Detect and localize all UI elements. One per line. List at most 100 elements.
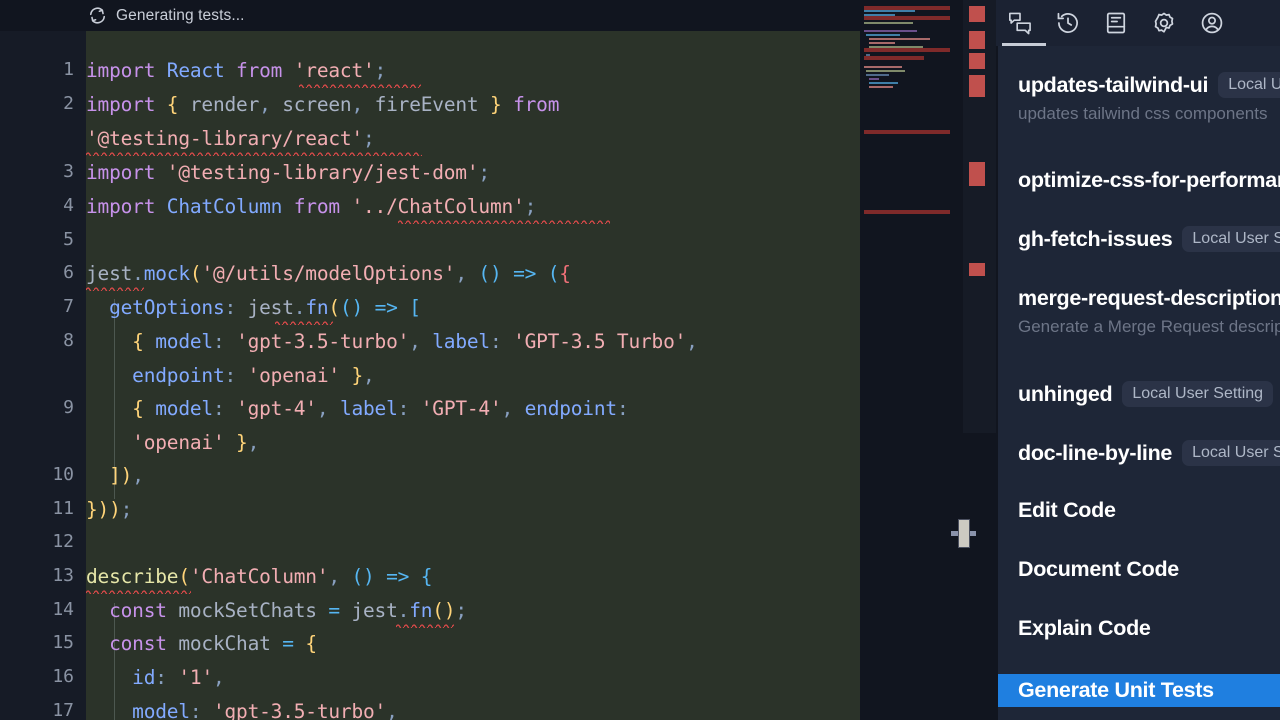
minimap-line [868,82,898,84]
prompt-list-item[interactable]: Explain Code [998,616,1280,641]
code-line[interactable]: const mockSetChats = jest.fn(); [86,599,467,622]
code-line[interactable]: const mockChat = { [86,632,317,655]
prompt-list-item[interactable]: gh-fetch-issues Local User Setting [998,226,1280,252]
prompt-item-row: Explain Code [1018,616,1280,641]
line-number: 5 [63,229,74,250]
panel-tab-bar[interactable] [996,0,1280,46]
chat-icon [1009,12,1031,35]
assistant-side-panel[interactable]: updates-tailwind-uiLocal User Setting upd… [996,0,1280,720]
error-marker [969,6,985,22]
tab-settings[interactable] [1140,0,1188,46]
minimap-error-highlight [864,130,950,134]
prompt-item-row: Generate Unit Tests [1018,678,1280,703]
minimap-line [864,10,916,12]
minimap-error-highlight [864,6,950,10]
error-squiggle [275,320,333,325]
prompt-item-title: Explain Code [1018,616,1151,640]
error-marker [969,263,985,276]
history-icon [1057,12,1078,33]
code-line[interactable]: id: '1', [86,666,225,689]
code-line[interactable]: import { render, screen, fireEvent } fro… [86,93,559,116]
code-line[interactable]: ]), [86,464,144,487]
error-marker [969,53,985,69]
line-number: 2 [63,93,74,114]
prompt-item-row: doc-line-by-line Local User Setting [1018,440,1280,466]
code-line[interactable]: describe('ChatColumn', () => { [86,565,432,588]
line-number: 7 [63,296,74,317]
code-line[interactable]: getOptions: jest.fn(() => [ [86,296,421,319]
prompt-list-item[interactable]: doc-line-by-line Local User Setting [998,440,1280,466]
prompt-item-row: unhinged Local User Setting [1018,381,1280,407]
prompt-item-badge: Local User Setting [1182,226,1280,252]
document-icon [1106,12,1126,34]
prompt-item-row: Document Code [1018,557,1280,582]
code-line[interactable]: })); [86,498,132,521]
tab-chat[interactable] [996,0,1046,46]
code-line[interactable]: import ChatColumn from '../ChatColumn'; [86,195,536,218]
minimap-line [866,70,906,72]
refresh-spinner-icon [89,7,106,24]
overview-ruler-lower [963,433,996,720]
prompt-item-description: Generate a Merge Request description [1018,317,1280,336]
prompt-item-title: doc-line-by-line [1018,440,1173,465]
prompt-item-title: Edit Code [1018,498,1116,522]
generating-status-bar: Generating tests... [0,0,860,31]
prompt-item-row: gh-fetch-issues Local User Setting [1018,226,1280,252]
line-number: 16 [52,666,74,687]
prompt-list-item[interactable]: updates-tailwind-uiLocal User Setting upd… [998,72,1280,124]
error-squiggle [299,83,421,88]
code-content[interactable]: import React from 'react'; import { rende… [86,31,860,720]
minimap-line [868,42,896,44]
code-line[interactable]: import '@testing-library/jest-dom'; [86,161,490,184]
error-squiggle [86,151,422,156]
code-editor[interactable]: Generating tests... 1 2 3 4 5 6 7 8 9 10 11 12 13 14 1… [0,0,860,720]
app-root: Generating tests... 1 2 3 4 5 6 7 8 9 10 11 12 13 14 1… [0,0,1280,720]
line-number: 12 [52,531,74,552]
minimap-error-highlight [864,16,950,20]
tab-history[interactable] [1044,0,1092,46]
prompt-command-list[interactable]: updates-tailwind-uiLocal User Setting upd… [996,46,1280,720]
error-marker [969,75,985,97]
line-number: 9 [63,397,74,418]
prompt-list-item[interactable]: merge-request-description Generate a Merg… [998,286,1280,337]
line-number: 14 [52,599,74,620]
status-label: Generating tests... [116,6,245,24]
minimap-error-highlight [864,56,924,60]
code-line[interactable]: 'openai' }, [86,431,259,454]
line-number: 6 [63,262,74,283]
line-number: 11 [52,498,74,519]
code-line[interactable]: { model: 'gpt-3.5-turbo', label: 'GPT-3.… [86,330,698,353]
minimap-line [868,86,893,88]
prompt-list-item[interactable]: Edit Code [998,498,1280,523]
line-number: 4 [63,195,74,216]
line-number: 8 [63,330,74,351]
prompt-item-title: merge-request-description [1018,286,1280,310]
line-number: 10 [52,464,74,485]
prompt-item-description: updates tailwind css components [1018,104,1268,123]
gear-icon [1154,12,1174,33]
code-line[interactable]: model: 'gpt-3.5-turbo', [86,700,398,720]
code-line[interactable]: { model: 'gpt-4', label: 'GPT-4', endpoi… [86,397,629,420]
code-line[interactable]: import React from 'react'; [86,59,386,82]
prompt-list-item[interactable]: Document Code [998,557,1280,582]
tab-prompts[interactable] [1092,0,1140,46]
prompt-list-item[interactable]: optimize-css-for-performance [998,168,1280,193]
code-line[interactable]: '@testing-library/react'; [86,127,375,150]
error-squiggle [86,589,191,594]
code-line[interactable]: jest.mock('@/utils/modelOptions', () => … [86,262,571,285]
prompt-item-row: updates-tailwind-ui Local User Setting [1018,72,1280,98]
minimap-error-highlight [864,210,950,214]
error-marker [969,31,985,49]
line-number: 3 [63,161,74,182]
line-number: 15 [52,632,74,653]
prompt-item-badge: Local User Setting [1122,381,1274,407]
prompt-list-item[interactable]: Generate Unit Tests [998,674,1280,707]
tab-account[interactable] [1188,0,1236,46]
panel-splitter-grip[interactable] [958,519,970,548]
prompt-list-item[interactable]: unhinged Local User Setting [998,381,1280,407]
editor-minimap[interactable] [860,0,963,720]
error-squiggle [396,623,454,628]
code-line[interactable]: endpoint: 'openai' }, [86,364,375,387]
minimap-line [864,22,913,24]
prompt-item-badge: Local User Setting [1182,440,1280,466]
